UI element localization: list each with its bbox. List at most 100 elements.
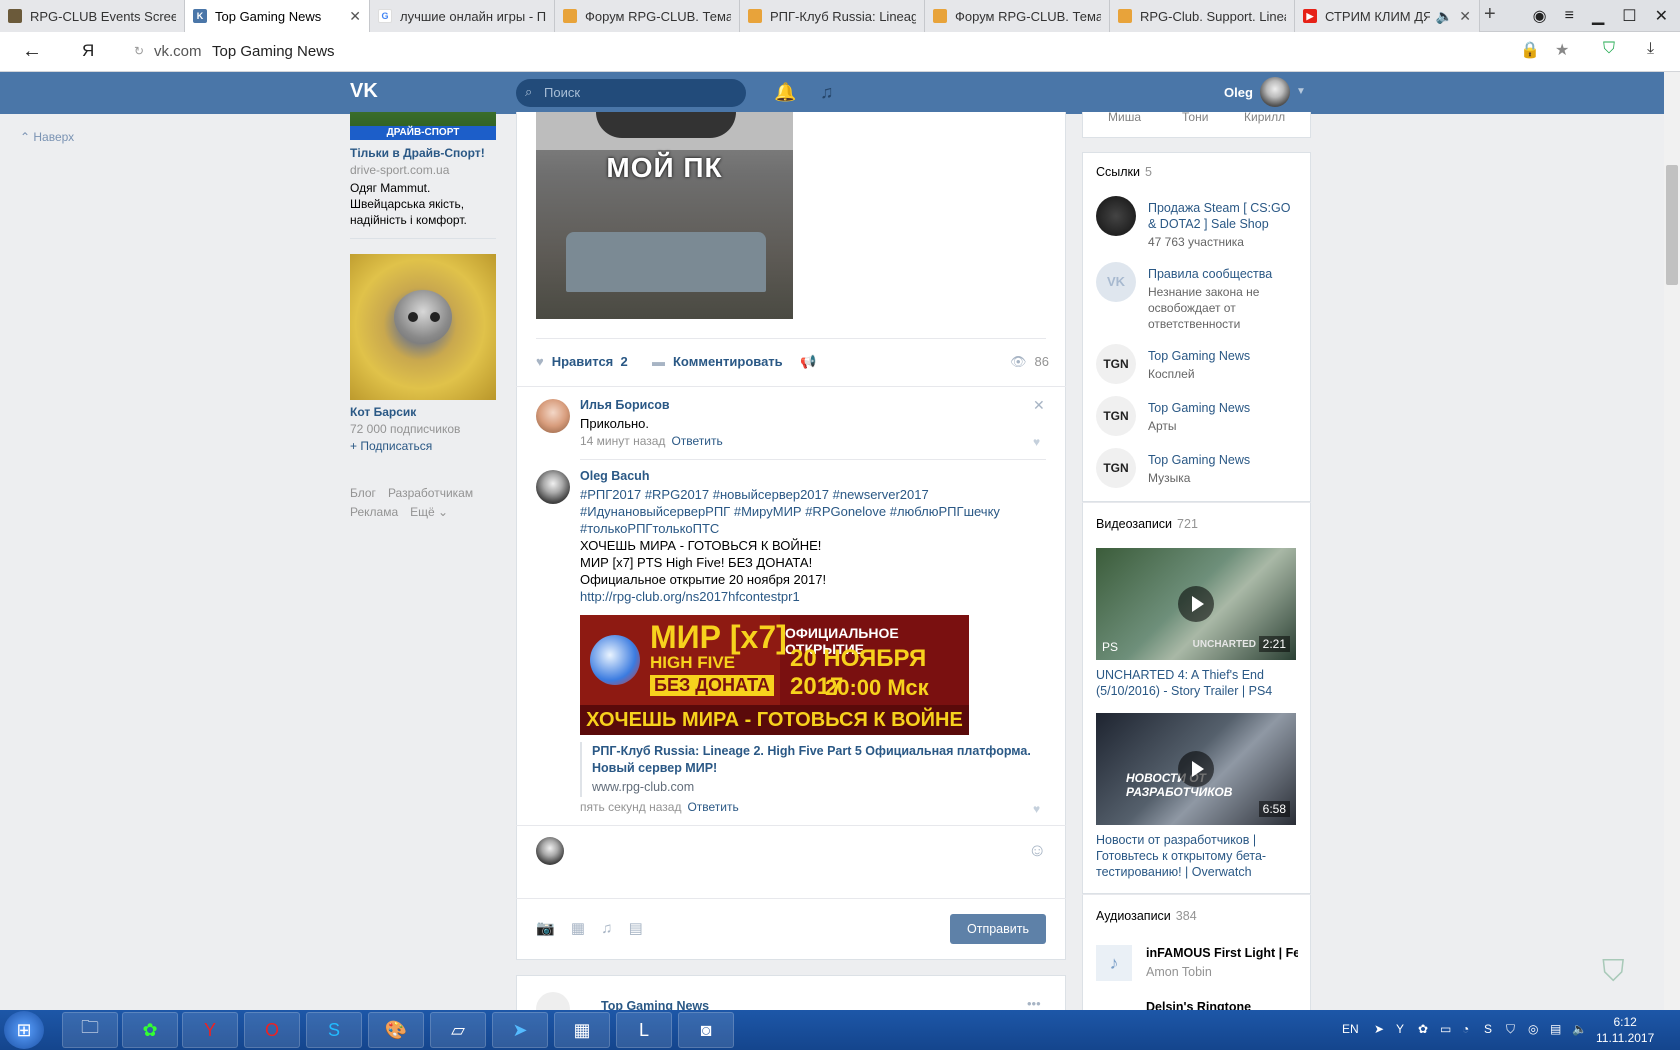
close-icon[interactable]: ✕ [1033,397,1045,414]
browser-tab-7[interactable]: ▶ СТРИМ КЛИМ ДЯД 🔈 ✕ [1295,0,1480,32]
comment-button[interactable]: ▬ Комментировать [652,354,783,369]
camera-icon[interactable]: 📷 [536,920,555,937]
tgn-logo-icon[interactable]: TGN [1096,344,1136,384]
link-title[interactable]: Top Gaming News [1148,452,1298,468]
member-name[interactable]: Тони [1182,110,1208,124]
yandex-browser-icon[interactable]: Y [182,1012,238,1048]
music-icon[interactable]: ♫ [601,920,612,937]
icq-tray-icon[interactable]: ✿ [1418,1022,1428,1036]
explorer-icon[interactable]: 🗀 [62,1012,118,1048]
app-icon[interactable]: ◙ [678,1012,734,1048]
tgn-logo-icon[interactable]: TGN [1096,396,1136,436]
heart-icon[interactable]: ♥ [1033,802,1040,816]
avatar[interactable] [1260,77,1290,107]
link-title[interactable]: Top Gaming News [1148,348,1298,364]
reply-link[interactable]: Ответить [671,434,722,448]
reply-link[interactable]: Ответить [687,800,738,814]
protect-shield-icon[interactable]: ⛉ [1603,40,1615,58]
maximize-icon[interactable]: ☐ [1622,6,1636,26]
share-button[interactable]: 📢 [800,354,824,370]
ad-title[interactable]: Тільки в Драйв-Спорт! [350,146,485,160]
audio-header[interactable]: Аудиозаписи 384 [1096,909,1197,923]
video-icon[interactable]: ▦ [571,920,585,937]
close-window-icon[interactable]: ✕ [1655,6,1668,26]
profile-icon[interactable]: ◉ [1533,6,1547,26]
icq-icon[interactable]: ✿ [122,1012,178,1048]
avatar[interactable] [536,399,570,433]
user-name[interactable]: Oleg [1224,85,1253,100]
browser-tab-2[interactable]: Gлучшие онлайн игры - По [370,0,555,32]
chevron-down-icon[interactable]: ▼ [1296,86,1306,97]
link-title[interactable]: Top Gaming News [1148,400,1298,416]
video-title[interactable]: Новости от разработчиков | Готовьтесь к … [1096,832,1296,880]
comment-link[interactable]: http://rpg-club.org/ns2017hfcontestpr1 [580,588,1050,605]
document-icon[interactable]: ▤ [629,920,643,937]
minimize-icon[interactable]: ▁ [1592,6,1604,26]
send-button[interactable]: Отправить [950,914,1046,944]
cat-ad-title[interactable]: Кот Барсик [350,405,416,419]
tray-icon[interactable]: ▭ [1440,1022,1451,1036]
skype-icon[interactable]: S [306,1012,362,1048]
footer-link-blog[interactable]: Блог [350,486,376,500]
audio-icon[interactable]: 🔈 [1436,8,1453,25]
browser-tab-5[interactable]: Форум RPG-CLUB. Тема: ! [925,0,1110,32]
yandex-logo-icon[interactable]: Я [82,41,94,61]
bookmark-star-icon[interactable]: ★ [1555,40,1569,60]
play-icon[interactable] [1178,751,1214,787]
paint-icon[interactable]: 🎨 [368,1012,424,1048]
vk-logo-icon[interactable]: VK [1096,262,1136,302]
volume-icon[interactable]: 🔈 [1572,1022,1587,1036]
play-icon[interactable] [1178,586,1214,622]
footer-link-more[interactable]: Ещё ⌄ [410,505,448,519]
footer-link-ads[interactable]: Реклама [350,505,398,519]
to-top-link[interactable]: ⌃ Наверх [20,130,74,144]
video-thumbnail[interactable]: PS UNCHARTED 2:21 [1096,548,1296,660]
link-title[interactable]: Правила сообщества [1148,266,1298,282]
video-title[interactable]: UNCHARTED 4: A Thief's End (5/10/2016) -… [1096,667,1296,699]
url-field[interactable]: ↻ vk.com Top Gaming News [122,38,1582,66]
audio-title[interactable]: inFAMOUS First Light | Fe... [1146,946,1298,960]
protect-shield-icon[interactable]: ⛉ [1602,955,1638,995]
link-title[interactable]: Продажа Steam [ CS:GO & DOTA2 ] Sale Sho… [1148,200,1298,232]
music-note-icon[interactable]: ♪ [1096,945,1132,981]
emoji-icon[interactable]: ☺ [1028,840,1046,861]
telegram-tray-icon[interactable]: ➤ [1374,1022,1384,1036]
post-image[interactable]: МОЙ ПК [536,112,793,319]
opera-icon[interactable]: O [244,1012,300,1048]
language-indicator[interactable]: EN [1342,1022,1359,1036]
hashtags[interactable]: #толькоРПГтолькоПТС [580,520,1050,537]
tgn-logo-icon[interactable]: TGN [1096,448,1136,488]
hashtags[interactable]: #РПГ2017 #RPG2017 #новыйсервер2017 #news… [580,486,1050,503]
footer-link-dev[interactable]: Разработчикам [388,486,473,500]
comment-author[interactable]: Oleg Bacuh [580,469,649,483]
videos-header[interactable]: Видеозаписи 721 [1096,517,1198,531]
back-arrow-icon[interactable]: ← [22,40,42,63]
download-icon[interactable]: ⤓ [1647,40,1654,58]
link-preview-title[interactable]: РПГ-Клуб Russia: Lineage 2. High Five Pa… [592,743,1052,777]
comment-author[interactable]: Илья Борисов [580,398,670,412]
video-thumbnail[interactable]: НОВОСТИ ОТ РАЗРАБОТЧИКОВ 6:58 [1096,713,1296,825]
shield-tray-icon[interactable]: ⛉ [1506,1022,1515,1037]
music-icon[interactable]: ♫ [820,82,834,103]
start-button[interactable]: ⊞ [4,1011,44,1049]
browser-tab-3[interactable]: Форум RPG-CLUB. Тема: ! [555,0,740,32]
browser-tab-1[interactable]: K Top Gaming News ✕ [185,0,370,32]
tray-icon[interactable]: ◎ [1528,1022,1538,1036]
more-icon[interactable]: ••• [1027,996,1041,1011]
bell-icon[interactable]: 🔔 [774,82,796,103]
skype-tray-icon[interactable]: S [1484,1022,1492,1036]
avatar[interactable] [536,470,570,504]
member-name[interactable]: Кирилл [1244,110,1285,124]
telegram-icon[interactable]: ➤ [492,1012,548,1048]
search-input[interactable]: ⌕ Поиск [516,79,746,107]
yandex-tray-icon[interactable]: Y [1396,1022,1404,1036]
calculator-icon[interactable]: ▦ [554,1012,610,1048]
ad-image[interactable]: ДРАЙВ-СПОРТ [350,112,496,140]
browser-tab-6[interactable]: RPG-Club. Support. Lineag [1110,0,1295,32]
lock-icon[interactable]: 🔒 [1520,40,1540,60]
vk-logo-icon[interactable]: VK [350,80,386,104]
hashtags[interactable]: #ИдунановыйсерверРПГ #МируМИР #RPGonelov… [580,503,1050,520]
subscribe-link[interactable]: + Подписаться [350,439,432,453]
links-header[interactable]: Ссылки 5 [1096,165,1152,179]
promo-banner-image[interactable]: МИР [x7] HIGH FIVE БЕЗ ДОНАТА ОФИЦИАЛЬНО… [580,615,969,735]
